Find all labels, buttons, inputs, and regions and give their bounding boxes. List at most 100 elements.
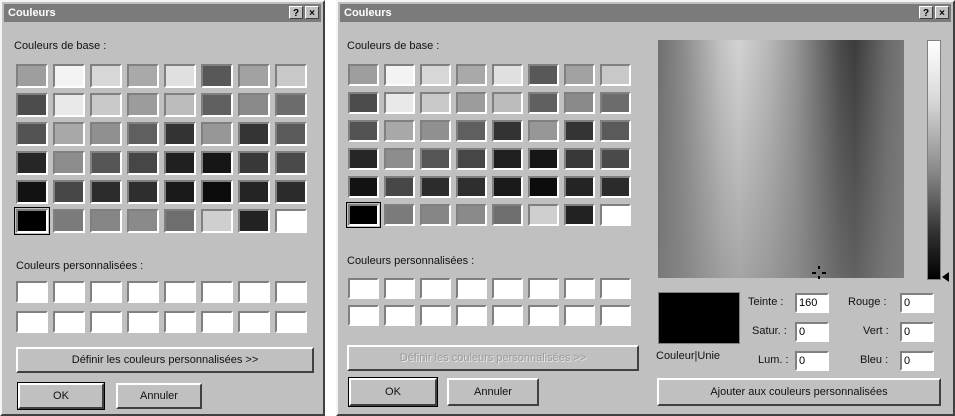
red-input[interactable]: 0 (900, 293, 934, 313)
basic-color-swatch[interactable] (53, 180, 85, 204)
basic-color-swatch[interactable] (238, 209, 270, 233)
luminosity-arrow-icon[interactable] (942, 272, 950, 282)
help-button[interactable]: ? (289, 6, 303, 19)
basic-color-swatch[interactable] (275, 151, 307, 175)
basic-color-swatch[interactable] (16, 151, 48, 175)
custom-color-swatch[interactable] (492, 278, 523, 299)
custom-color-swatch[interactable] (348, 278, 379, 299)
basic-color-swatch[interactable] (90, 64, 122, 88)
blue-input[interactable]: 0 (900, 351, 934, 371)
basic-color-swatch[interactable] (456, 176, 487, 198)
help-button[interactable]: ? (919, 6, 933, 19)
custom-color-swatch[interactable] (528, 278, 559, 299)
custom-color-swatch[interactable] (384, 278, 415, 299)
basic-color-swatch[interactable] (420, 64, 451, 86)
basic-color-swatch[interactable] (275, 122, 307, 146)
basic-color-swatch[interactable] (528, 204, 559, 226)
basic-color-swatch[interactable] (53, 151, 85, 175)
basic-color-swatch[interactable] (456, 148, 487, 170)
basic-color-swatch[interactable] (528, 176, 559, 198)
basic-color-swatch[interactable] (164, 209, 196, 233)
basic-color-swatch[interactable] (275, 64, 307, 88)
custom-color-swatch[interactable] (564, 305, 595, 326)
basic-color-swatch[interactable] (492, 204, 523, 226)
basic-color-swatch[interactable] (600, 64, 631, 86)
basic-color-swatch[interactable] (201, 64, 233, 88)
basic-color-swatch[interactable] (348, 92, 379, 114)
basic-color-swatch[interactable] (346, 202, 381, 228)
basic-color-swatch[interactable] (275, 93, 307, 117)
custom-color-swatch[interactable] (164, 281, 196, 303)
custom-color-swatch[interactable] (53, 311, 85, 333)
basic-color-swatch[interactable] (14, 207, 50, 235)
basic-color-swatch[interactable] (384, 92, 415, 114)
basic-color-swatch[interactable] (348, 148, 379, 170)
custom-color-swatch[interactable] (127, 311, 159, 333)
basic-color-swatch[interactable] (348, 64, 379, 86)
basic-color-swatch[interactable] (564, 176, 595, 198)
basic-color-swatch[interactable] (53, 64, 85, 88)
basic-color-swatch[interactable] (420, 120, 451, 142)
basic-color-swatch[interactable] (16, 93, 48, 117)
custom-color-swatch[interactable] (600, 278, 631, 299)
close-button[interactable]: × (305, 6, 319, 19)
luminosity-input[interactable]: 0 (795, 351, 829, 371)
crosshair-cursor-icon[interactable] (810, 266, 828, 280)
basic-color-swatch[interactable] (564, 148, 595, 170)
basic-color-swatch[interactable] (600, 92, 631, 114)
cancel-button[interactable]: Annuler (116, 383, 202, 409)
custom-color-swatch[interactable] (564, 278, 595, 299)
basic-color-swatch[interactable] (90, 151, 122, 175)
basic-color-swatch[interactable] (420, 204, 451, 226)
basic-color-swatch[interactable] (127, 93, 159, 117)
basic-color-swatch[interactable] (348, 176, 379, 198)
basic-color-swatch[interactable] (201, 122, 233, 146)
basic-color-swatch[interactable] (164, 151, 196, 175)
color-spectrum[interactable] (658, 40, 904, 278)
basic-color-swatch[interactable] (600, 176, 631, 198)
custom-color-swatch[interactable] (201, 311, 233, 333)
custom-color-swatch[interactable] (238, 311, 270, 333)
ok-button[interactable]: OK (348, 377, 438, 407)
basic-color-swatch[interactable] (528, 64, 559, 86)
basic-color-swatch[interactable] (420, 148, 451, 170)
basic-color-swatch[interactable] (456, 64, 487, 86)
close-button[interactable]: × (935, 6, 949, 19)
ok-button[interactable]: OK (17, 382, 105, 410)
basic-color-swatch[interactable] (16, 180, 48, 204)
basic-color-swatch[interactable] (456, 120, 487, 142)
basic-color-swatch[interactable] (528, 120, 559, 142)
basic-color-swatch[interactable] (127, 122, 159, 146)
basic-color-swatch[interactable] (564, 92, 595, 114)
basic-color-swatch[interactable] (53, 209, 85, 233)
green-input[interactable]: 0 (900, 322, 934, 342)
basic-color-swatch[interactable] (201, 93, 233, 117)
basic-color-swatch[interactable] (564, 204, 595, 226)
basic-color-swatch[interactable] (384, 64, 415, 86)
title-bar[interactable]: Couleurs ? × (340, 4, 951, 22)
basic-color-swatch[interactable] (201, 209, 233, 233)
basic-color-swatch[interactable] (492, 176, 523, 198)
basic-color-swatch[interactable] (275, 180, 307, 204)
custom-color-swatch[interactable] (53, 281, 85, 303)
basic-color-swatch[interactable] (564, 120, 595, 142)
basic-color-swatch[interactable] (164, 93, 196, 117)
basic-color-swatch[interactable] (420, 176, 451, 198)
custom-color-swatch[interactable] (90, 311, 122, 333)
basic-color-swatch[interactable] (201, 151, 233, 175)
basic-color-swatch[interactable] (600, 204, 631, 226)
custom-color-swatch[interactable] (90, 281, 122, 303)
basic-color-swatch[interactable] (238, 64, 270, 88)
basic-color-swatch[interactable] (275, 209, 307, 233)
basic-color-swatch[interactable] (238, 93, 270, 117)
basic-color-swatch[interactable] (528, 148, 559, 170)
basic-color-swatch[interactable] (600, 120, 631, 142)
custom-color-swatch[interactable] (238, 281, 270, 303)
custom-color-swatch[interactable] (275, 311, 307, 333)
basic-color-swatch[interactable] (528, 92, 559, 114)
cancel-button[interactable]: Annuler (447, 378, 539, 406)
custom-color-swatch[interactable] (201, 281, 233, 303)
basic-color-swatch[interactable] (127, 64, 159, 88)
basic-color-swatch[interactable] (127, 180, 159, 204)
luminosity-slider[interactable] (927, 40, 941, 280)
